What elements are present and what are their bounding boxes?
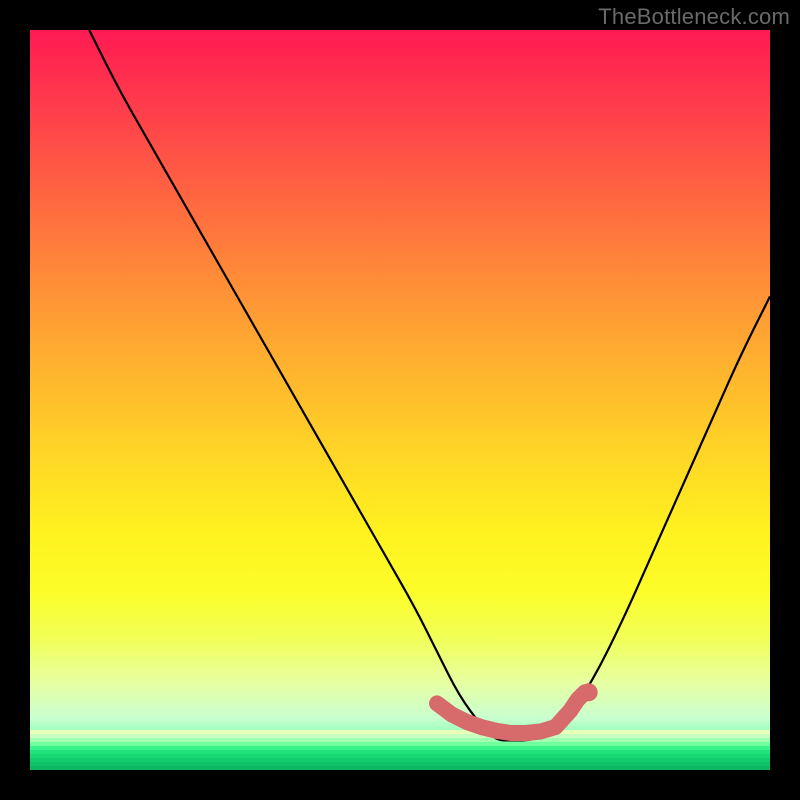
highlight-markers bbox=[437, 683, 598, 733]
bottleneck-curve-path bbox=[89, 30, 770, 740]
marker-band bbox=[437, 692, 585, 733]
marker-blob bbox=[580, 683, 598, 701]
curve-layer bbox=[30, 30, 770, 770]
watermark-label: TheBottleneck.com bbox=[598, 4, 790, 30]
plot-area bbox=[30, 30, 770, 770]
chart-frame: TheBottleneck.com bbox=[0, 0, 800, 800]
